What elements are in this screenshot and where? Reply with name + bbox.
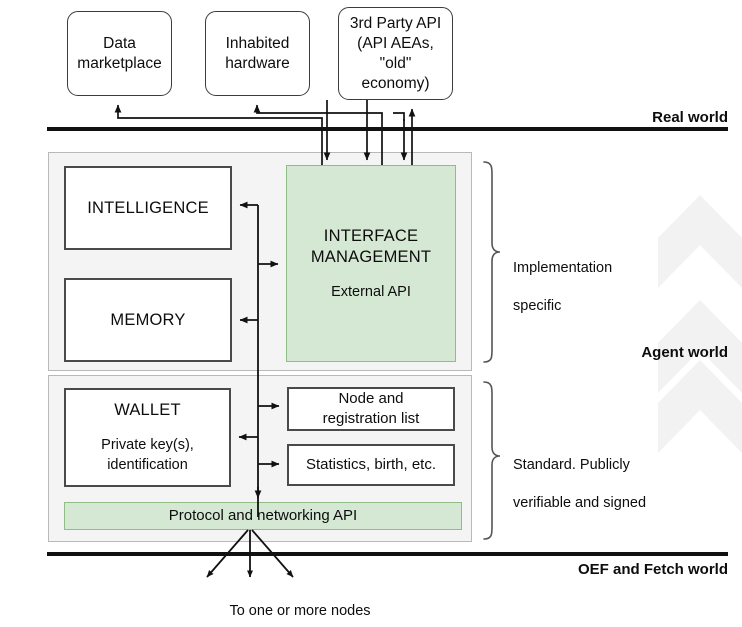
box-node-registration-list[interactable]: Node and registration list [287,387,455,431]
interface-management-sub: External API [331,283,411,300]
label-agent-world: Agent world [641,344,728,361]
inhabited-hardware-line2: hardware [225,54,290,72]
protocol-api-label: Protocol and networking API [168,507,358,524]
footer-line1: To one or more nodes [229,603,371,619]
box-wallet[interactable]: WALLET Private key(s), identification [64,388,231,487]
external-box-data-marketplace[interactable]: Data marketplace [67,11,172,96]
implementation-specific-line1: Implementation [513,260,613,276]
box-memory[interactable]: MEMORY [64,278,232,362]
data-marketplace-line2: marketplace [77,54,162,72]
wallet-line1: Private key(s), [101,437,194,453]
label-footer-caption: To one or more nodes (the OEF API) [150,583,450,627]
third-party-api-line2: (API AEAs, [357,34,434,52]
label-oef-fetch-world: OEF and Fetch world [577,561,728,578]
divider-real-world [47,127,728,131]
wallet-line2: identification [107,457,188,473]
interface-management-line2: MANAGEMENT [310,247,432,266]
data-marketplace-line1: Data [103,34,136,52]
diagram-canvas: Data marketplace Inhabited hardware 3rd … [0,0,742,627]
wire-jog-third-party [393,112,405,121]
box-interface-management[interactable]: INTERFACE MANAGEMENT External API [286,165,456,362]
label-implementation-specific: Implementation specific [513,240,693,316]
node-registration-line2: registration list [322,410,420,427]
memory-label: MEMORY [110,310,186,329]
label-real-world: Real world [652,109,728,126]
standard-verifiable-line2: verifiable and signed [513,495,647,511]
bracket-standard-verifiable [483,381,501,540]
external-box-inhabited-hardware[interactable]: Inhabited hardware [205,11,310,96]
bracket-implementation-specific [483,161,501,363]
implementation-specific-line2: specific [513,298,562,314]
third-party-api-line4: economy) [361,74,430,92]
box-intelligence[interactable]: INTELLIGENCE [64,166,232,250]
third-party-api-line1: 3rd Party API [349,14,442,32]
statistics-label: Statistics, birth, etc. [305,456,437,473]
third-party-api-line3: "old" [379,54,412,72]
divider-oef-fetch-world [47,552,728,556]
standard-verifiable-line1: Standard. Publicly [513,457,630,473]
wallet-title: WALLET [114,401,181,419]
label-standard-verifiable: Standard. Publicly verifiable and signed [513,437,713,513]
intelligence-label: INTELLIGENCE [87,198,209,217]
node-registration-line1: Node and [338,390,404,407]
box-protocol-networking-api[interactable]: Protocol and networking API [64,502,462,530]
external-box-third-party-api[interactable]: 3rd Party API (API AEAs, "old" economy) [338,7,453,100]
box-statistics[interactable]: Statistics, birth, etc. [287,444,455,486]
inhabited-hardware-line1: Inhabited [225,34,290,52]
interface-management-line1: INTERFACE [323,226,419,245]
